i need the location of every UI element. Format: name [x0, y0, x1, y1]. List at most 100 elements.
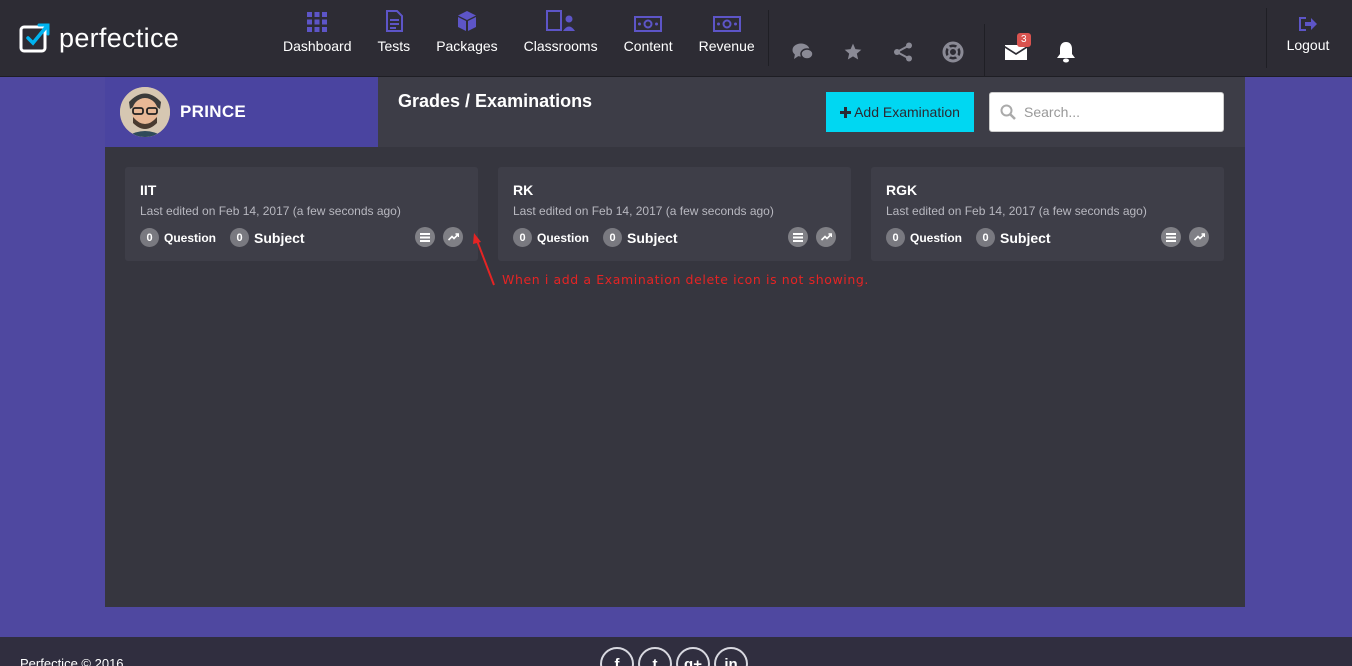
subject-count: 0 — [230, 228, 250, 247]
card-stats: 0 Question 0 Subject — [886, 228, 1065, 247]
social-links: f t g+ in — [600, 647, 748, 666]
money-icon — [634, 0, 663, 38]
document-icon — [385, 0, 403, 38]
logout-divider — [1266, 8, 1267, 68]
subject-count: 0 — [603, 228, 623, 247]
nav-packages[interactable]: Packages — [423, 0, 510, 76]
top-navbar: perfectice Dashboard Tests Packages Clas… — [0, 0, 1352, 80]
subject-label: Subject — [1000, 229, 1051, 246]
profile-card[interactable]: PRINCE — [105, 77, 378, 147]
card-actions — [1161, 227, 1209, 247]
brand-name: perfectice — [59, 22, 180, 53]
nav-content[interactable]: Content — [611, 0, 686, 76]
messages-badge: 3 — [1017, 33, 1031, 47]
search-input[interactable] — [1024, 104, 1214, 120]
subject-stat: 0 Subject — [603, 228, 678, 247]
list-icon — [1166, 232, 1176, 242]
nav-label: Content — [623, 38, 673, 54]
list-view-button[interactable] — [1161, 227, 1181, 247]
page-title: Grades / Examinations — [398, 91, 593, 111]
question-count: 0 — [513, 228, 532, 247]
messages-button[interactable]: 3 — [991, 33, 1041, 67]
nav-revenue[interactable]: Revenue — [686, 0, 768, 76]
subject-label: Subject — [627, 229, 678, 246]
main-nav: Dashboard Tests Packages Classrooms Cont… — [270, 0, 768, 76]
question-stat: 0 Question — [513, 228, 589, 247]
twitter-icon[interactable]: t — [638, 647, 672, 666]
examination-card[interactable]: RK Last edited on Feb 14, 2017 (a few se… — [498, 167, 851, 261]
logout-button[interactable]: Logout — [1278, 16, 1338, 53]
share-icon — [894, 42, 912, 62]
examination-card[interactable]: RGK Last edited on Feb 14, 2017 (a few s… — [871, 167, 1224, 261]
analytics-button[interactable] — [443, 227, 463, 247]
grid-icon — [307, 0, 328, 38]
search-box[interactable] — [989, 92, 1224, 132]
plus-icon — [840, 106, 852, 118]
examination-title: IIT — [140, 182, 157, 198]
last-edited-text: Last edited on Feb 14, 2017 (a few secon… — [513, 204, 774, 218]
icon-toolbar: 3 — [778, 24, 1091, 80]
trend-icon — [820, 233, 832, 241]
trend-icon — [1193, 233, 1205, 241]
analytics-button[interactable] — [1189, 227, 1209, 247]
question-label: Question — [537, 230, 590, 245]
nav-divider — [768, 10, 769, 66]
logout-label: Logout — [1286, 37, 1330, 53]
examination-list: IIT Last edited on Feb 14, 2017 (a few s… — [125, 167, 1224, 261]
brand-logo[interactable]: perfectice — [19, 20, 179, 56]
page-header: Grades / Examinations Add Examination — [378, 77, 1245, 147]
google-plus-icon[interactable]: g+ — [676, 647, 710, 666]
chat-icon — [792, 43, 814, 60]
footer: Perfectice © 2016 f t g+ in — [0, 637, 1352, 666]
list-view-button[interactable] — [415, 227, 435, 247]
trend-icon — [447, 233, 459, 241]
favorites-button[interactable] — [828, 37, 878, 67]
nav-tests[interactable]: Tests — [365, 0, 424, 76]
external-link-checkbox-icon — [19, 23, 50, 53]
card-actions — [788, 227, 836, 247]
toolbar-divider — [984, 24, 985, 80]
search-icon — [1000, 104, 1016, 120]
linkedin-icon[interactable]: in — [714, 647, 748, 666]
money-icon — [712, 0, 741, 38]
add-examination-label: Add Examination — [854, 104, 960, 120]
bell-icon — [1057, 42, 1075, 63]
card-stats: 0 Question 0 Subject — [513, 228, 692, 247]
nav-label: Classrooms — [523, 38, 598, 54]
nav-classrooms[interactable]: Classrooms — [511, 0, 611, 76]
star-icon — [844, 43, 862, 60]
list-view-button[interactable] — [788, 227, 808, 247]
nav-label: Packages — [436, 38, 498, 54]
support-button[interactable] — [928, 37, 978, 67]
card-stats: 0 Question 0 Subject — [140, 228, 319, 247]
sign-out-icon — [1299, 17, 1317, 31]
last-edited-text: Last edited on Feb 14, 2017 (a few secon… — [886, 204, 1147, 218]
subject-label: Subject — [254, 229, 305, 246]
examination-title: RK — [513, 182, 534, 198]
question-label: Question — [164, 230, 217, 245]
nav-label: Dashboard — [283, 38, 352, 54]
chat-button[interactable] — [778, 37, 828, 67]
annotation-arrow — [473, 233, 495, 286]
question-count: 0 — [886, 228, 905, 247]
notifications-button[interactable] — [1041, 37, 1091, 67]
facebook-icon[interactable]: f — [600, 647, 634, 666]
last-edited-text: Last edited on Feb 14, 2017 (a few secon… — [140, 204, 401, 218]
nav-dashboard[interactable]: Dashboard — [270, 0, 365, 76]
nav-label: Tests — [377, 38, 411, 54]
examination-card[interactable]: IIT Last edited on Feb 14, 2017 (a few s… — [125, 167, 478, 261]
classroom-icon — [545, 0, 576, 38]
analytics-button[interactable] — [816, 227, 836, 247]
list-icon — [793, 232, 803, 242]
question-stat: 0 Question — [886, 228, 962, 247]
annotation-note: When i add a Examination delete icon is … — [502, 272, 870, 287]
nav-label: Revenue — [698, 38, 755, 54]
subject-count: 0 — [976, 228, 996, 247]
avatar — [120, 87, 170, 137]
profile-name: PRINCE — [180, 102, 247, 121]
main-panel: PRINCE Grades / Examinations Add Examina… — [105, 77, 1245, 607]
add-examination-button[interactable]: Add Examination — [826, 92, 974, 132]
card-actions — [415, 227, 463, 247]
share-button[interactable] — [878, 37, 928, 67]
list-icon — [420, 232, 430, 242]
